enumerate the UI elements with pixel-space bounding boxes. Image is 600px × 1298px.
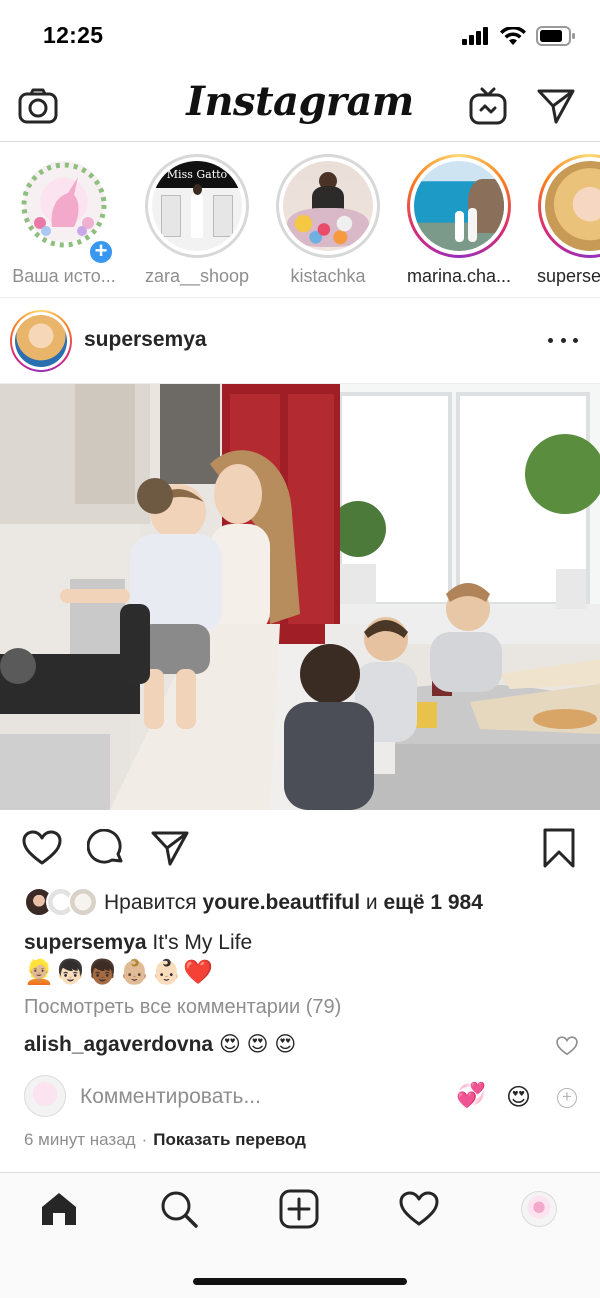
post-caption: supersemya It's My Life [24, 931, 252, 955]
igtv-button[interactable] [466, 84, 510, 128]
instagram-logo[interactable]: Instagram [0, 78, 600, 125]
home-icon [42, 1193, 76, 1225]
stories-tray: + Ваша исто... Miss Gatto zara__shoop ki… [0, 142, 600, 298]
signal-icon [462, 27, 488, 45]
ellipsis-icon [548, 337, 553, 343]
story-name: kistachka [290, 266, 366, 286]
comment-icon [87, 829, 123, 864]
story-item-zara-shoop[interactable]: Miss Gatto zara__shoop [132, 154, 262, 287]
post-header: supersemya [0, 298, 600, 384]
story-overlay-text: Miss Gatto [166, 168, 228, 182]
post-author-username[interactable]: supersemya [84, 328, 207, 352]
add-story-icon[interactable]: + [87, 238, 115, 266]
quick-reaction-hearts[interactable]: 💞 [456, 1081, 486, 1110]
add-comment-row: Комментировать... 💞 😍 + [24, 1075, 584, 1119]
home-indicator[interactable] [193, 1278, 407, 1285]
status-time: 12:25 [43, 22, 104, 48]
liker-avatar [68, 887, 98, 917]
tab-activity[interactable] [389, 1187, 449, 1231]
post-image [0, 384, 600, 810]
comment-username[interactable]: alish_agaverdovna [24, 1033, 213, 1056]
post-actions [0, 826, 600, 872]
tab-profile[interactable] [509, 1187, 569, 1231]
story-name: zara__shoop [144, 266, 250, 286]
comment-row: alish_agaverdovna 😍 😍 😍 [24, 1032, 296, 1057]
save-button[interactable] [537, 826, 581, 870]
paper-plane-icon [537, 89, 575, 124]
show-translation-link[interactable]: Показать перевод [153, 1130, 306, 1149]
liker-avatars [24, 887, 98, 919]
battery-icon [536, 26, 575, 46]
new-post-icon [279, 1189, 319, 1229]
caption-username[interactable]: supersemya [24, 931, 147, 954]
unicorn-avatar-icon [21, 162, 107, 248]
profile-avatar [521, 1191, 557, 1227]
story-ring: Miss Gatto [145, 154, 249, 258]
post-photo[interactable] [0, 384, 600, 810]
bookmark-icon [543, 828, 575, 868]
story-item-own[interactable]: + Ваша исто... [0, 154, 129, 287]
story-item-supersemya[interactable]: superse [525, 154, 600, 287]
story-ring [407, 154, 511, 258]
likes-count[interactable]: ещё 1 984 [383, 891, 482, 914]
search-icon [161, 1191, 198, 1228]
story-name: Ваша исто... [12, 266, 116, 286]
liker-username[interactable]: youre.beautfiful [203, 891, 361, 914]
post-timestamp-row: 6 минут назад · Показать перевод [24, 1130, 306, 1149]
post-more-button[interactable] [548, 328, 578, 352]
comment-text: 😍 😍 😍 [218, 1033, 297, 1056]
likes-text: Нравится youre.beautfiful и ещё 1 984 [104, 891, 483, 914]
comment-like-heart-icon[interactable] [556, 1036, 578, 1056]
story-avatar [545, 161, 600, 251]
post-author-avatar[interactable] [10, 310, 72, 372]
current-user-avatar [24, 1075, 66, 1117]
igtv-icon [469, 87, 507, 125]
like-button[interactable] [20, 826, 64, 870]
wifi-icon [500, 26, 526, 45]
status-icons [462, 26, 576, 46]
tab-home[interactable] [29, 1187, 89, 1231]
post-time: 6 минут назад [24, 1130, 136, 1149]
heart-icon [399, 1191, 439, 1226]
story-item-marina[interactable]: marina.cha... [394, 154, 524, 287]
view-all-comments-link[interactable]: Посмотреть все комментарии (79) [24, 996, 341, 1019]
paper-plane-icon [151, 831, 189, 866]
share-button[interactable] [148, 826, 192, 870]
caption-text: It's My Life [152, 931, 253, 954]
story-avatar: Miss Gatto [152, 161, 242, 251]
caption-emoji: 👱🏼👦🏻👦🏾👶🏼👶🏻❤️ [24, 959, 216, 986]
story-avatar [283, 161, 373, 251]
top-bar: Instagram [0, 70, 600, 142]
story-name: superse [537, 266, 600, 286]
story-ring [538, 154, 600, 258]
story-name: marina.cha... [406, 266, 512, 286]
status-bar: 12:25 [0, 0, 600, 70]
comment-input[interactable]: Комментировать... [80, 1085, 261, 1109]
comment-button[interactable] [84, 826, 128, 870]
direct-button[interactable] [534, 84, 578, 128]
tab-new-post[interactable] [269, 1187, 329, 1231]
tab-search[interactable] [149, 1187, 209, 1231]
quick-reaction-heart-eyes[interactable]: 😍 [506, 1083, 531, 1112]
story-ring [276, 154, 380, 258]
heart-icon [22, 830, 62, 865]
story-avatar [414, 161, 504, 251]
story-item-kistachka[interactable]: kistachka [263, 154, 393, 287]
likes-row[interactable]: Нравится youre.beautfiful и ещё 1 984 [24, 886, 483, 920]
more-reactions-plus-icon[interactable]: + [557, 1088, 577, 1108]
